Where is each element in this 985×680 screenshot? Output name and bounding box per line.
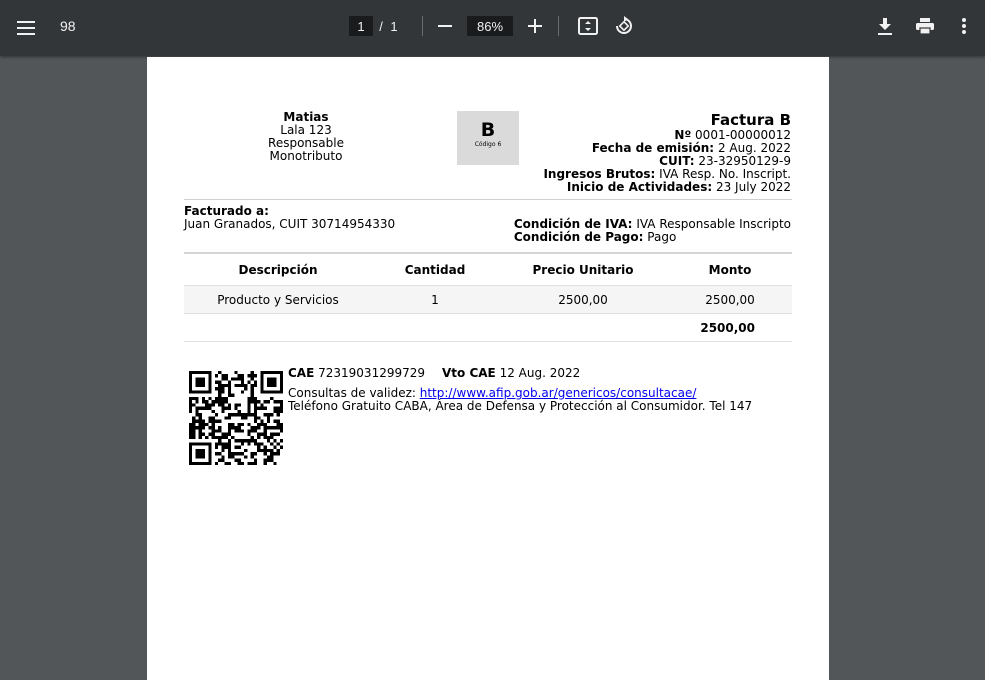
invoice-number: 0001-00000012 (695, 128, 791, 142)
divider-line (184, 199, 792, 200)
cae-block: CAE 72319031299729 Vto CAE 12 Aug. 2022 C… (288, 367, 752, 413)
toolbar-divider (558, 16, 559, 36)
fit-page-icon (578, 17, 598, 35)
table-cell: 2500,00 (705, 292, 755, 307)
start-date: 23 July 2022 (715, 180, 791, 194)
invoice-title: Factura B (710, 111, 791, 129)
zoom-input[interactable]: 86% (467, 16, 513, 36)
minus-icon (438, 25, 452, 27)
total-amount: 2500,00 (700, 320, 755, 335)
issue-date: 2 Aug. 2022 (717, 141, 791, 155)
rotate-button[interactable] (611, 12, 637, 40)
cae-value: 72319031299729 (318, 366, 426, 380)
plus-icon (528, 19, 542, 33)
table-cell: 1 (431, 292, 439, 307)
pdf-page: Matias Lala 123 Responsable Monotributo … (147, 57, 829, 680)
column-header: Descripción (238, 262, 318, 277)
consult-label: Consultas de validez: (288, 386, 416, 400)
table-header: Descripción Cantidad Precio Unitario Mon… (184, 252, 792, 286)
toolbar-divider (422, 16, 423, 36)
iibb-label: Ingresos Brutos: (543, 167, 656, 181)
qr-code (189, 371, 283, 465)
iibb-value: IVA Resp. No. Inscript. (659, 167, 791, 181)
more-actions-button[interactable] (952, 12, 976, 40)
seller-block: Matias Lala 123 Responsable Monotributo (231, 111, 381, 163)
menu-icon (17, 21, 35, 35)
invoice-info: Factura B Nº 0001-00000012 Fecha de emis… (543, 112, 791, 194)
vto-value: 12 Aug. 2022 (499, 366, 581, 380)
pay-label: Condición de Pago: (513, 230, 644, 244)
iva-value: IVA Responsable Inscripto (636, 217, 791, 231)
document-title: 98 (60, 18, 76, 34)
page-number-input[interactable]: 1 (349, 16, 373, 36)
cuit-label: CUIT: (659, 154, 695, 168)
number-label: Nº (674, 128, 692, 142)
rotate-icon (616, 16, 632, 34)
download-icon (878, 17, 892, 35)
invoice-letter: B (480, 119, 496, 141)
phone-text: Teléfono Gratuito CABA, Área de Defensa … (288, 399, 753, 413)
start-label: Inicio de Actividades: (566, 180, 713, 194)
column-header: Cantidad (404, 262, 466, 277)
table-cell: 2500,00 (558, 292, 608, 307)
seller-condition: Responsable Monotributo (268, 136, 344, 163)
total-row: 2500,00 (184, 314, 792, 342)
print-icon (916, 18, 934, 34)
download-button[interactable] (872, 12, 898, 40)
seller-cuit: 23-32950129-9 (698, 154, 791, 168)
consult-link[interactable]: http://www.afip.gob.ar/genericos/consult… (420, 386, 697, 400)
more-vert-icon (962, 18, 966, 34)
invoice-letter-code: Código 6 (474, 141, 502, 148)
print-button[interactable] (911, 12, 939, 40)
cae-label: CAE (288, 366, 315, 380)
client-name: Juan Granados, CUIT 30714954330 (184, 217, 396, 231)
client-block: Facturado a: Juan Granados, CUIT 3071495… (184, 205, 395, 231)
conditions-block: Condición de IVA: IVA Responsable Inscri… (514, 218, 791, 244)
iva-label: Condición de IVA: (513, 217, 633, 231)
page-total: 1 (390, 18, 398, 34)
page-separator: / (379, 18, 383, 34)
items-table: Descripción Cantidad Precio Unitario Mon… (184, 252, 792, 342)
zoom-out-button[interactable] (433, 12, 457, 40)
pay-value: Pago (647, 230, 677, 244)
vto-label: Vto CAE (442, 366, 496, 380)
column-header: Monto (708, 262, 752, 277)
fit-to-page-button[interactable] (576, 12, 600, 40)
table-row: Producto y Servicios 1 2500,00 2500,00 (184, 286, 792, 314)
date-label: Fecha de emisión: (591, 141, 715, 155)
pdf-toolbar: 98 1 / 1 86% (0, 0, 985, 56)
column-header: Precio Unitario (532, 262, 634, 277)
menu-button[interactable] (10, 12, 42, 44)
zoom-in-button[interactable] (523, 12, 547, 40)
invoice-letter-box: B Código 6 (457, 111, 519, 165)
table-cell: Producto y Servicios (217, 292, 339, 307)
